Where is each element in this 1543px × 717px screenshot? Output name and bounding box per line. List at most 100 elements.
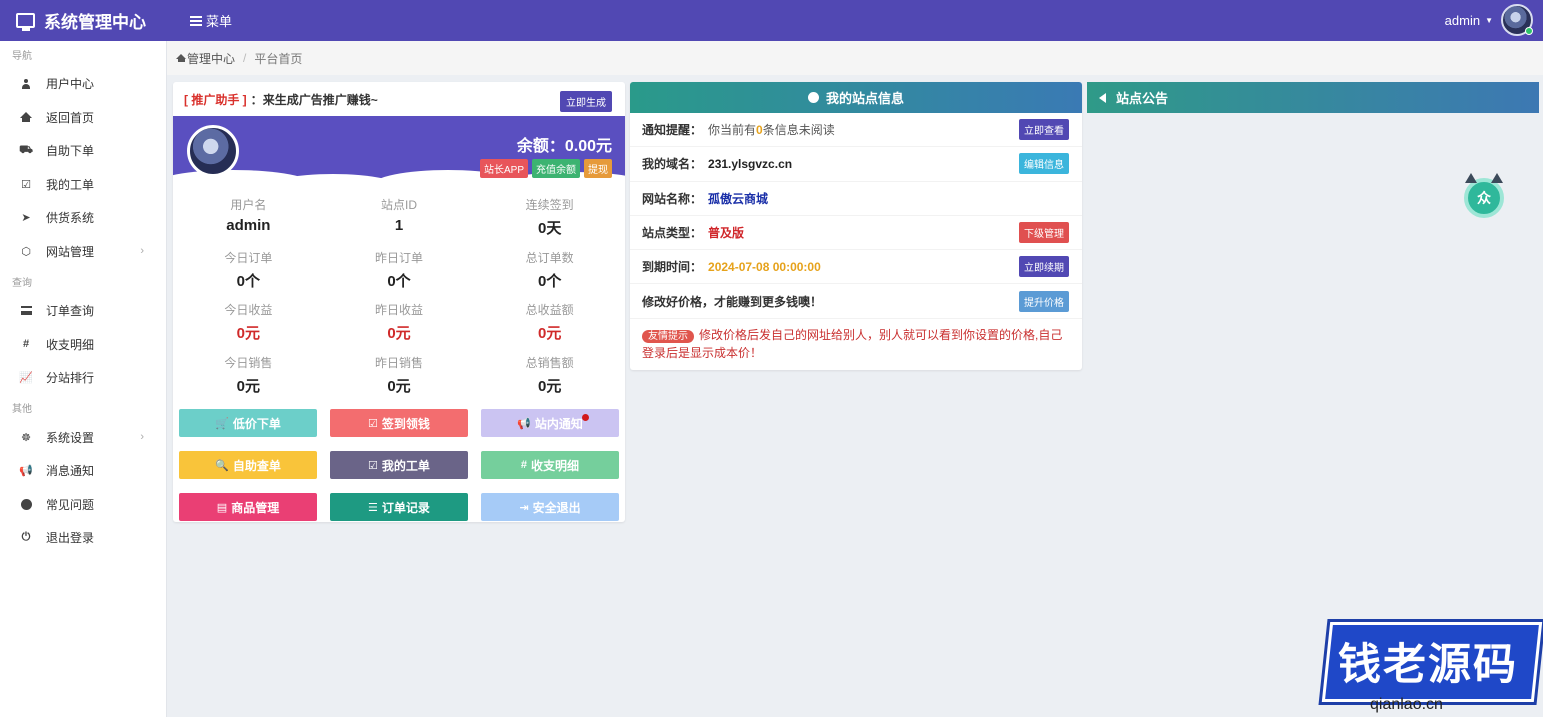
stat-value: 0元 <box>387 377 411 395</box>
hash-icon: # <box>520 459 528 471</box>
domain-row: 我的域名： 231.ylsgvzc.cn 编辑信息 <box>630 147 1082 182</box>
chevron-right-icon: › <box>140 245 144 258</box>
bullhorn-icon: 📢 <box>517 417 531 430</box>
user-menu[interactable]: admin ▼ <box>1445 4 1533 36</box>
stat-item: 总订单数 0个 <box>474 245 625 298</box>
raise-price-button[interactable]: 提升价格 <box>1019 290 1069 312</box>
announcement-title: 站点公告 <box>1116 91 1169 106</box>
stat-label: 站点ID <box>380 198 417 212</box>
sidebar-item-label: 供货系统 <box>46 211 95 226</box>
stat-label: 今日收益 <box>224 303 273 317</box>
hash-icon: # <box>22 338 30 351</box>
stat-label: 总销售额 <box>525 355 574 370</box>
stat-value: 0个 <box>236 272 260 290</box>
caret-down-icon: ▼ <box>1485 15 1493 25</box>
stat-label: 总订单数 <box>525 250 574 265</box>
announcement-card: 站点公告 <box>1087 82 1539 113</box>
quick-button[interactable]: ▤ 商品管理 <box>179 493 317 521</box>
search-icon: 🔍 <box>215 459 229 472</box>
site-name-row: 网站名称： 孤傲云商城 <box>630 182 1082 216</box>
stat-value: 0元 <box>537 377 562 395</box>
notice-count: 0 <box>756 123 763 138</box>
sidebar-item-supply[interactable]: ➤ 供货系统 <box>0 201 166 235</box>
notice-post: 条信息未阅读 <box>762 123 835 138</box>
stat-label: 今日销售 <box>224 355 273 370</box>
breadcrumb: 管理中心 / 平台首页 <box>167 41 1543 75</box>
generate-ad-button[interactable]: 立即生成 <box>560 91 612 112</box>
webmaster-app-button[interactable]: 站长APP <box>479 159 528 178</box>
quick-button[interactable]: 📢 站内通知 <box>481 409 619 437</box>
avatar[interactable] <box>1501 4 1533 36</box>
sidebar-item-label: 自助下单 <box>46 144 95 159</box>
stat-value: 0元 <box>387 325 411 342</box>
notice-key: 通知提醒： <box>642 123 703 138</box>
online-status-dot <box>1525 27 1533 35</box>
quick-button[interactable]: ☰ 订单记录 <box>330 493 468 521</box>
stat-item: 用户名 admin <box>173 192 324 245</box>
site-type-key: 站点类型： <box>642 226 703 241</box>
stat-value: 0元 <box>236 325 260 342</box>
withdraw-button[interactable]: 提现 <box>584 159 612 178</box>
sidebar-item-settings[interactable]: ☸ 系统设置 › <box>0 421 166 455</box>
quick-button-label: 商品管理 <box>231 500 280 515</box>
sidebar-item-logout[interactable]: ⏻ 退出登录 <box>0 521 166 555</box>
stat-item: 昨日收益 0元 <box>324 297 475 350</box>
sidebar-item-my-tickets[interactable]: ☑ 我的工单 <box>0 168 166 202</box>
stat-value: admin <box>226 217 271 234</box>
sidebar-item-ranking[interactable]: 📈 分站排行 <box>0 361 166 395</box>
user-icon <box>20 78 32 90</box>
sidebar-section-title: 其他 <box>12 404 32 415</box>
sidebar-item-site-management[interactable]: ⬡ 网站管理 › <box>0 235 166 269</box>
chatbot-widget[interactable]: 众 <box>1464 173 1504 218</box>
brand[interactable]: 系统管理中心 <box>0 8 170 33</box>
sidebar-item-label: 退出登录 <box>46 531 95 546</box>
recharge-button[interactable]: 充值余额 <box>532 159 580 178</box>
stat-item: 今日订单 0个 <box>173 245 324 298</box>
sidebar-item-home[interactable]: 返回首页 <box>0 101 166 135</box>
profile-avatar <box>187 125 239 177</box>
sub-management-button[interactable]: 下级管理 <box>1019 222 1069 244</box>
power-icon: ⏻ <box>21 531 31 544</box>
quick-actions: 🛒 低价下单 ☑ 签到领钱 📢 站内通知 🔍 自助查单 ☑ 我的工单 # 收支明细 ▤ 商品管理 ☰ 订单记录… <box>173 402 625 521</box>
breadcrumb-home[interactable]: 管理中心 <box>187 50 235 67</box>
sidebar-item-self-order[interactable]: ⛟ 自助下单 <box>0 134 166 168</box>
edit-info-button[interactable]: 编辑信息 <box>1019 153 1069 175</box>
sidebar-item-label: 分站排行 <box>46 371 95 386</box>
quick-button[interactable]: 🔍 自助查单 <box>179 451 317 479</box>
stat-item: 今日销售 0元 <box>173 350 324 403</box>
unread-dot <box>582 414 589 421</box>
notice-pre: 你当前有 <box>708 123 757 138</box>
sidebar-item-user-center[interactable]: 用户中心 <box>0 67 166 101</box>
tip-badge: 友情提示 <box>642 329 694 343</box>
site-name-value: 孤傲云商城 <box>708 191 769 206</box>
promo-tag: [ 推广助手 ] <box>184 92 247 107</box>
renew-button[interactable]: 立即续期 <box>1019 256 1069 278</box>
menu-toggle-button[interactable]: 菜单 <box>190 11 232 30</box>
cube-icon: ⬡ <box>21 245 31 258</box>
home-icon <box>20 111 32 123</box>
quick-button[interactable]: ☑ 签到领钱 <box>330 409 468 437</box>
sidebar-item-faq[interactable]: 常见问题 <box>0 488 166 522</box>
quick-button[interactable]: 🛒 低价下单 <box>179 409 317 437</box>
line-chart-icon: 📈 <box>19 372 33 385</box>
quick-button[interactable]: ⇥ 安全退出 <box>481 493 619 521</box>
stat-label: 今日订单 <box>224 250 273 265</box>
sidebar-item-label: 订单查询 <box>46 304 95 319</box>
view-now-button[interactable]: 立即查看 <box>1019 119 1069 141</box>
profile-card: [ 推广助手 ] ： 来生成广告推广赚钱~ 立即生成 余额：0.00元 站长AP… <box>173 82 625 522</box>
quick-button-label: 签到领钱 <box>381 416 430 431</box>
breadcrumb-separator: / <box>243 51 247 65</box>
sidebar: 导航 用户中心 返回首页 ⛟ 自助下单 ☑ 我的工单 ➤ 供货系统 ⬡ 网站管理 › 查询… <box>0 41 167 717</box>
price-row: 修改好价格，才能赚到更多钱噢！ 提升价格 <box>630 284 1082 319</box>
sidebar-item-label: 网站管理 <box>46 244 95 259</box>
watermark-sub: qianlao.cn <box>1370 696 1443 713</box>
quick-button[interactable]: ☑ 我的工单 <box>330 451 468 479</box>
sidebar-item-transactions[interactable]: # 收支明细 <box>0 328 166 362</box>
quick-button[interactable]: # 收支明细 <box>481 451 619 479</box>
sidebar-item-order-query[interactable]: 订单查询 <box>0 294 166 328</box>
cart-icon: 🛒 <box>215 417 229 430</box>
app-title: 系统管理中心 <box>44 13 146 32</box>
price-key: 修改好价格，才能赚到更多钱噢！ <box>642 294 823 309</box>
watermark-text: 钱老源码 <box>1338 641 1518 689</box>
sidebar-item-notifications[interactable]: 📢 消息通知 <box>0 454 166 488</box>
